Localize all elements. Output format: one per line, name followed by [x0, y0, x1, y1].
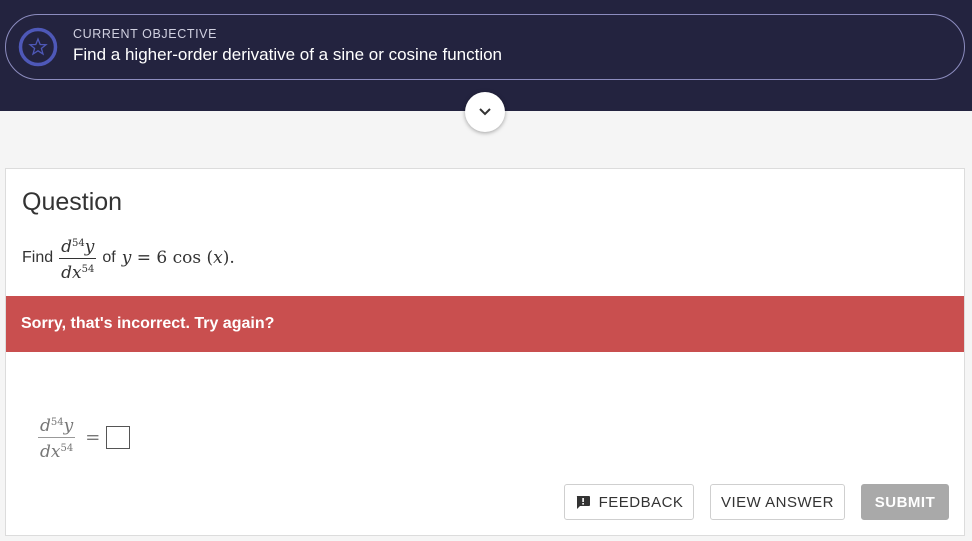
question-prompt: Find d54y dx54 of y = 6 cos (x). [22, 233, 235, 283]
function-equation: y = 6 cos (x). [121, 248, 235, 268]
numerator-var: y [84, 236, 95, 257]
denominator-order: 54 [81, 263, 95, 275]
find-word: Find [22, 249, 54, 266]
current-objective-banner: CURRENT OBJECTIVE Find a higher-order de… [5, 14, 965, 80]
answer-equals: = [85, 427, 101, 448]
feedback-button[interactable]: FEEDBACK [564, 484, 694, 520]
answer-numerator-d: d [40, 416, 51, 436]
answer-row: d54y dx54 = [32, 412, 131, 463]
answer-numerator-order: 54 [50, 417, 64, 428]
objective-text: Find a higher-order derivative of a sine… [73, 45, 503, 64]
comment-alert-icon [575, 495, 591, 510]
answer-denominator-d: d [40, 442, 51, 462]
of-word: of [102, 249, 116, 266]
numerator-d: d [61, 236, 73, 257]
denominator-var: x [72, 262, 82, 283]
star-icon [18, 27, 58, 67]
answer-derivative-fraction: d54y dx54 [38, 412, 76, 463]
answer-numerator-var: y [63, 416, 74, 436]
feedback-button-label: FEEDBACK [598, 493, 684, 511]
equation-period: . [229, 248, 235, 268]
submit-button[interactable]: SUBMIT [861, 484, 949, 520]
equation-lhs: y [121, 248, 132, 268]
view-answer-button[interactable]: VIEW ANSWER [710, 484, 845, 520]
chevron-down-icon [479, 108, 491, 116]
equation-equals: = [136, 248, 151, 268]
expand-objective-button[interactable] [465, 92, 505, 132]
incorrect-feedback-banner: Sorry, that's incorrect. Try again? [6, 296, 964, 352]
equation-argument: x [213, 248, 223, 268]
equation-function: cos [172, 248, 202, 268]
answer-input[interactable] [106, 426, 131, 449]
numerator-order: 54 [72, 237, 85, 249]
denominator-d: d [61, 262, 73, 283]
objective-label: CURRENT OBJECTIVE [73, 27, 218, 41]
question-card: Question Find d54y dx54 of y = 6 cos (x)… [5, 168, 965, 536]
question-heading: Question [22, 188, 123, 216]
answer-denominator-order: 54 [60, 443, 74, 454]
equation-coefficient: 6 [156, 248, 168, 268]
derivative-fraction: d54y dx54 [59, 233, 97, 284]
